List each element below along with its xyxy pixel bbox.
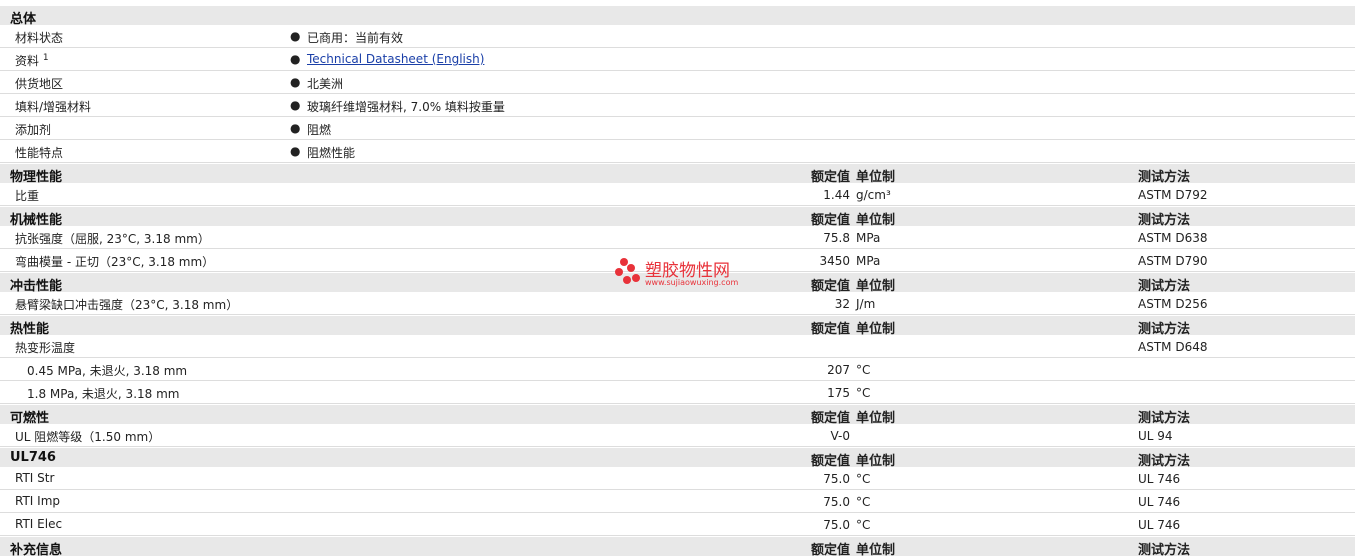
property-label: 抗张强度（屈服, 23°C, 3.18 mm） (15, 232, 210, 246)
property-row: RTI Elec 75.0 °C UL 746 (0, 513, 1355, 536)
logo-dot (627, 264, 635, 272)
property-label: UL 阻燃等级（1.50 mm） (15, 430, 161, 444)
section-header: 物理性能 额定值 单位制 测试方法 (0, 163, 1355, 185)
bullet-icon: ● (290, 121, 301, 135)
property-unit: MPa (856, 231, 881, 245)
row-value: 北美洲 (307, 77, 344, 91)
property-label: 弯曲模量 - 正切（23°C, 3.18 mm） (15, 255, 215, 269)
property-label: RTI Str (15, 471, 55, 485)
logo-dot (615, 268, 623, 276)
general-row: 供货地区 ● 北美洲 (0, 71, 1355, 94)
row-label: 材料状态 (15, 31, 64, 45)
test-method: ASTM D638 (1138, 231, 1208, 245)
section-title: 补充信息 (10, 543, 63, 558)
section-header: 可燃性 额定值 单位制 测试方法 (0, 404, 1355, 426)
section-header: 补充信息 额定值 单位制 测试方法 (0, 536, 1355, 558)
property-row: 热变形温度 ASTM D648 (0, 335, 1355, 358)
property-value: 175 (827, 386, 850, 400)
property-row: 0.45 MPa, 未退火, 3.18 mm 207 °C (0, 358, 1355, 381)
datasheet-link[interactable]: Technical Datasheet (English) (307, 52, 484, 66)
section-header: UL746 额定值 单位制 测试方法 (0, 447, 1355, 469)
section-header: 机械性能 额定值 单位制 测试方法 (0, 206, 1355, 228)
property-label: 1.8 MPa, 未退火, 3.18 mm (27, 387, 180, 401)
property-value: 1.44 (823, 188, 850, 202)
row-value: 阻燃性能 (307, 146, 356, 160)
row-value: 已商用：当前有效 (307, 31, 404, 45)
test-method: UL 94 (1138, 429, 1173, 443)
bullet-icon: ● (290, 52, 301, 66)
logo-dot (623, 276, 631, 284)
row-label: 资料 1 (15, 53, 49, 68)
property-value: 207 (827, 363, 850, 377)
property-label: RTI Imp (15, 494, 60, 508)
logo-dot (632, 274, 640, 282)
row-value: 阻燃 (307, 123, 332, 137)
property-value: V-0 (830, 429, 850, 443)
section-header-general: 总体 (0, 5, 1355, 27)
test-method: ASTM D792 (1138, 188, 1208, 202)
test-method: ASTM D648 (1138, 340, 1208, 354)
bullet-icon: ● (290, 98, 301, 112)
col-header-unit: 单位制 (856, 543, 896, 558)
row-label: 性能特点 (15, 146, 64, 160)
property-value: 75.0 (823, 495, 850, 509)
general-row: 性能特点 ● 阻燃性能 (0, 140, 1355, 163)
property-unit: °C (856, 472, 871, 486)
property-label: 热变形温度 (15, 341, 76, 355)
property-unit: J/m (856, 297, 876, 311)
property-unit: °C (856, 363, 871, 377)
property-row: 1.8 MPa, 未退火, 3.18 mm 175 °C (0, 381, 1355, 404)
property-row: RTI Imp 75.0 °C UL 746 (0, 490, 1355, 513)
row-label: 填料/增强材料 (15, 100, 92, 114)
row-value: 玻璃纤维增强材料, 7.0% 填料按重量 (307, 100, 505, 114)
footnote-marker: 1 (42, 53, 49, 63)
test-method: UL 746 (1138, 518, 1181, 532)
property-label: 比重 (15, 189, 40, 203)
property-row: 比重 1.44 g/cm³ ASTM D792 (0, 183, 1355, 206)
bullet-icon: ● (290, 144, 301, 158)
section-header: 热性能 额定值 单位制 测试方法 (0, 315, 1355, 337)
property-value: 75.8 (823, 231, 850, 245)
test-method: ASTM D790 (1138, 254, 1208, 268)
property-unit: °C (856, 386, 871, 400)
property-label: 0.45 MPa, 未退火, 3.18 mm (27, 364, 188, 378)
watermark-logo: 塑胶物性网 www.sujiaowuxing.com (615, 256, 745, 292)
property-row: 抗张强度（屈服, 23°C, 3.18 mm） 75.8 MPa ASTM D638 (0, 226, 1355, 249)
property-row: 悬臂梁缺口冲击强度（23°C, 3.18 mm） 32 J/m ASTM D256 (0, 292, 1355, 315)
col-header-method: 测试方法 (1138, 543, 1191, 558)
property-row: UL 阻燃等级（1.50 mm） V-0 UL 94 (0, 424, 1355, 447)
test-method: UL 746 (1138, 495, 1181, 509)
test-method: ASTM D256 (1138, 297, 1208, 311)
property-value: 75.0 (823, 518, 850, 532)
property-label: RTI Elec (15, 517, 63, 531)
row-label: 添加剂 (15, 123, 52, 137)
test-method: UL 746 (1138, 472, 1181, 486)
property-unit: °C (856, 518, 871, 532)
col-header-value: 额定值 (810, 543, 850, 558)
property-unit: g/cm³ (856, 188, 891, 202)
general-row: 资料 1 ● Technical Datasheet (English) (0, 48, 1355, 71)
general-row: 填料/增强材料 ● 玻璃纤维增强材料, 7.0% 填料按重量 (0, 94, 1355, 117)
property-label: 悬臂梁缺口冲击强度（23°C, 3.18 mm） (15, 298, 239, 312)
property-row: RTI Str 75.0 °C UL 746 (0, 467, 1355, 490)
general-row: 添加剂 ● 阻燃 (0, 117, 1355, 140)
property-value: 3450 (819, 254, 850, 268)
row-label: 供货地区 (15, 77, 64, 91)
property-value: 75.0 (823, 472, 850, 486)
bullet-icon: ● (290, 29, 301, 43)
general-row: 材料状态 ● 已商用：当前有效 (0, 25, 1355, 48)
property-unit: °C (856, 495, 871, 509)
watermark-url: www.sujiaowuxing.com (645, 278, 739, 287)
property-unit: MPa (856, 254, 881, 268)
property-value: 32 (834, 297, 850, 311)
section-title: UL746 (10, 450, 56, 465)
bullet-icon: ● (290, 75, 301, 89)
